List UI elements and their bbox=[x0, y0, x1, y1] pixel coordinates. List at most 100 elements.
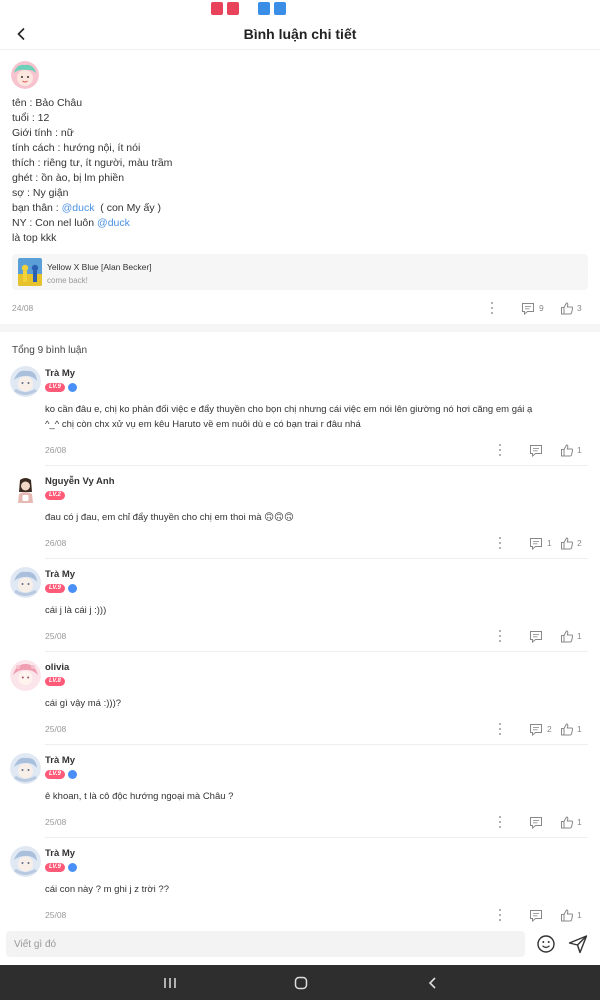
commenter-name[interactable]: Trà My bbox=[45, 569, 75, 580]
comment-meta: 25/08 1 bbox=[0, 907, 600, 923]
level-badge: LV.9 bbox=[45, 383, 65, 392]
comment-text-line: đau có j đau, em chỉ đẩy thuyền cho chị … bbox=[45, 512, 294, 523]
gender-icon bbox=[67, 863, 77, 872]
reply-button[interactable] bbox=[529, 907, 547, 923]
comment-meta: 25/08 1 bbox=[0, 814, 600, 830]
post-meta: 24/08 9 3 bbox=[0, 300, 600, 316]
post-date: 24/08 bbox=[12, 303, 34, 313]
commenter-name[interactable]: Trà My bbox=[45, 368, 75, 379]
comment-date: 25/08 bbox=[45, 631, 67, 641]
commenter-name[interactable]: olivia bbox=[45, 662, 69, 673]
page-title: Bình luận chi tiết bbox=[243, 25, 357, 42]
reply-button[interactable] bbox=[529, 628, 547, 644]
comment-count: 9 bbox=[539, 303, 544, 313]
like-count: 1 bbox=[577, 724, 582, 734]
level-badge: LV.9 bbox=[45, 863, 65, 872]
comment-icon bbox=[530, 537, 542, 550]
more-options-icon[interactable] bbox=[496, 442, 504, 458]
comment-text-line: ko cần đâu e, chị ko phản đối việc e đẩy… bbox=[45, 404, 533, 415]
chevron-left-icon bbox=[17, 27, 25, 41]
like-button[interactable]: 2 bbox=[560, 535, 582, 551]
system-back-button[interactable] bbox=[423, 973, 443, 993]
thumbs-up-icon bbox=[561, 909, 574, 921]
comment-date: 25/08 bbox=[45, 724, 67, 734]
recent-apps-icon bbox=[164, 978, 176, 988]
level-badge: LV.9 bbox=[45, 770, 65, 779]
level-badge: LV.9 bbox=[45, 584, 65, 593]
like-button[interactable]: 1 bbox=[560, 814, 582, 830]
commenter-avatar[interactable] bbox=[10, 366, 41, 397]
commenter-badges: LV.2 bbox=[45, 491, 65, 500]
commenter-badges: LV.9 bbox=[45, 863, 77, 872]
commenter-name[interactable]: Trà My bbox=[45, 755, 75, 766]
mention-link[interactable]: @duck bbox=[62, 202, 95, 214]
reply-button[interactable] bbox=[529, 814, 547, 830]
post-line-ny: NY : Con nel luôn @duck bbox=[12, 216, 582, 231]
comment-date: 26/08 bbox=[45, 538, 67, 548]
gender-icon bbox=[67, 584, 77, 593]
comment-icon bbox=[530, 630, 542, 643]
post-line: tên : Bảo Châu bbox=[12, 97, 83, 109]
like-button[interactable]: 1 bbox=[560, 721, 582, 737]
reply-button[interactable]: 2 bbox=[529, 721, 552, 737]
comment-icon bbox=[530, 816, 542, 829]
emoji-icon bbox=[537, 935, 555, 953]
music-card[interactable]: Yellow X Blue [Alan Becker] come back! bbox=[12, 254, 588, 290]
emoji-button[interactable] bbox=[536, 934, 556, 954]
app-notification-icon bbox=[274, 2, 286, 15]
recent-apps-button[interactable] bbox=[160, 973, 180, 993]
thumbs-up-icon bbox=[561, 444, 574, 456]
comment-text: ko cần đâu e, chị ko phản đối việc e đẩy… bbox=[45, 402, 585, 432]
home-button[interactable] bbox=[291, 973, 311, 993]
comment-divider bbox=[45, 744, 588, 745]
comment-input[interactable] bbox=[6, 931, 525, 957]
comment-text-line: cái gì vậy má :)))? bbox=[45, 698, 122, 709]
bff-note: ( con My ấy ) bbox=[94, 202, 161, 214]
like-button[interactable]: 1 bbox=[560, 442, 582, 458]
post-line: tính cách : hướng nội, ít nói bbox=[12, 142, 141, 154]
more-options-icon[interactable] bbox=[496, 535, 504, 551]
comment-date: 25/08 bbox=[45, 910, 67, 920]
send-button[interactable] bbox=[567, 933, 589, 955]
like-button[interactable]: 1 bbox=[560, 628, 582, 644]
comment-text-line: cái j là cái j :))) bbox=[45, 605, 107, 616]
reply-button[interactable]: 1 bbox=[529, 535, 552, 551]
comment-item: Trà My LV.9 ko cần đâu e, chị ko phản đối … bbox=[0, 366, 600, 466]
like-button[interactable]: 1 bbox=[560, 907, 582, 923]
commenter-avatar[interactable] bbox=[10, 474, 41, 505]
level-badge: LV.8 bbox=[45, 677, 65, 686]
comment-item: Trà My LV.9 cái j là cái j :))) 25/08 1 bbox=[0, 567, 600, 652]
comment-item: Trà My LV.9 cái con này ? m ghi j z trời ?… bbox=[0, 846, 600, 931]
music-title: Yellow X Blue [Alan Becker] bbox=[47, 262, 152, 272]
mention-link[interactable]: @duck bbox=[97, 217, 130, 229]
commenter-name[interactable]: Trà My bbox=[45, 848, 75, 859]
comment-date: 26/08 bbox=[45, 445, 67, 455]
commenter-badges: LV.9 bbox=[45, 383, 77, 392]
commenter-avatar[interactable] bbox=[10, 567, 41, 598]
post-line: ghét : ồn ào, bị lm phiền bbox=[12, 172, 125, 184]
comment-divider bbox=[45, 651, 588, 652]
more-options-icon[interactable] bbox=[488, 300, 496, 316]
more-options-icon[interactable] bbox=[496, 907, 504, 923]
post-line: là top kkk bbox=[12, 232, 57, 244]
section-divider bbox=[0, 324, 600, 332]
post-content: tên : Bảo Châu tuổi : 12 Giới tính : nữ … bbox=[12, 96, 582, 246]
commenter-name[interactable]: Nguyễn Vy Anh bbox=[45, 476, 115, 487]
thumbs-up-icon bbox=[561, 816, 574, 828]
comment-count-button[interactable]: 9 bbox=[521, 300, 544, 316]
comment-icon bbox=[530, 444, 542, 457]
comment-item: Nguyễn Vy Anh LV.2 đau có j đau, em chỉ đẩ… bbox=[0, 474, 600, 559]
comment-meta: 26/08 1 2 bbox=[0, 535, 600, 551]
more-options-icon[interactable] bbox=[496, 721, 504, 737]
more-options-icon[interactable] bbox=[496, 628, 504, 644]
reply-button[interactable] bbox=[529, 442, 547, 458]
commenter-avatar[interactable] bbox=[10, 660, 41, 691]
commenter-avatar[interactable] bbox=[10, 846, 41, 877]
comment-text: cái gì vậy má :)))? bbox=[45, 696, 585, 711]
like-button[interactable]: 3 bbox=[560, 300, 582, 316]
thumbs-up-icon bbox=[561, 723, 574, 735]
commenter-avatar[interactable] bbox=[10, 753, 41, 784]
author-avatar[interactable] bbox=[11, 61, 39, 89]
back-button[interactable] bbox=[8, 20, 36, 48]
more-options-icon[interactable] bbox=[496, 814, 504, 830]
